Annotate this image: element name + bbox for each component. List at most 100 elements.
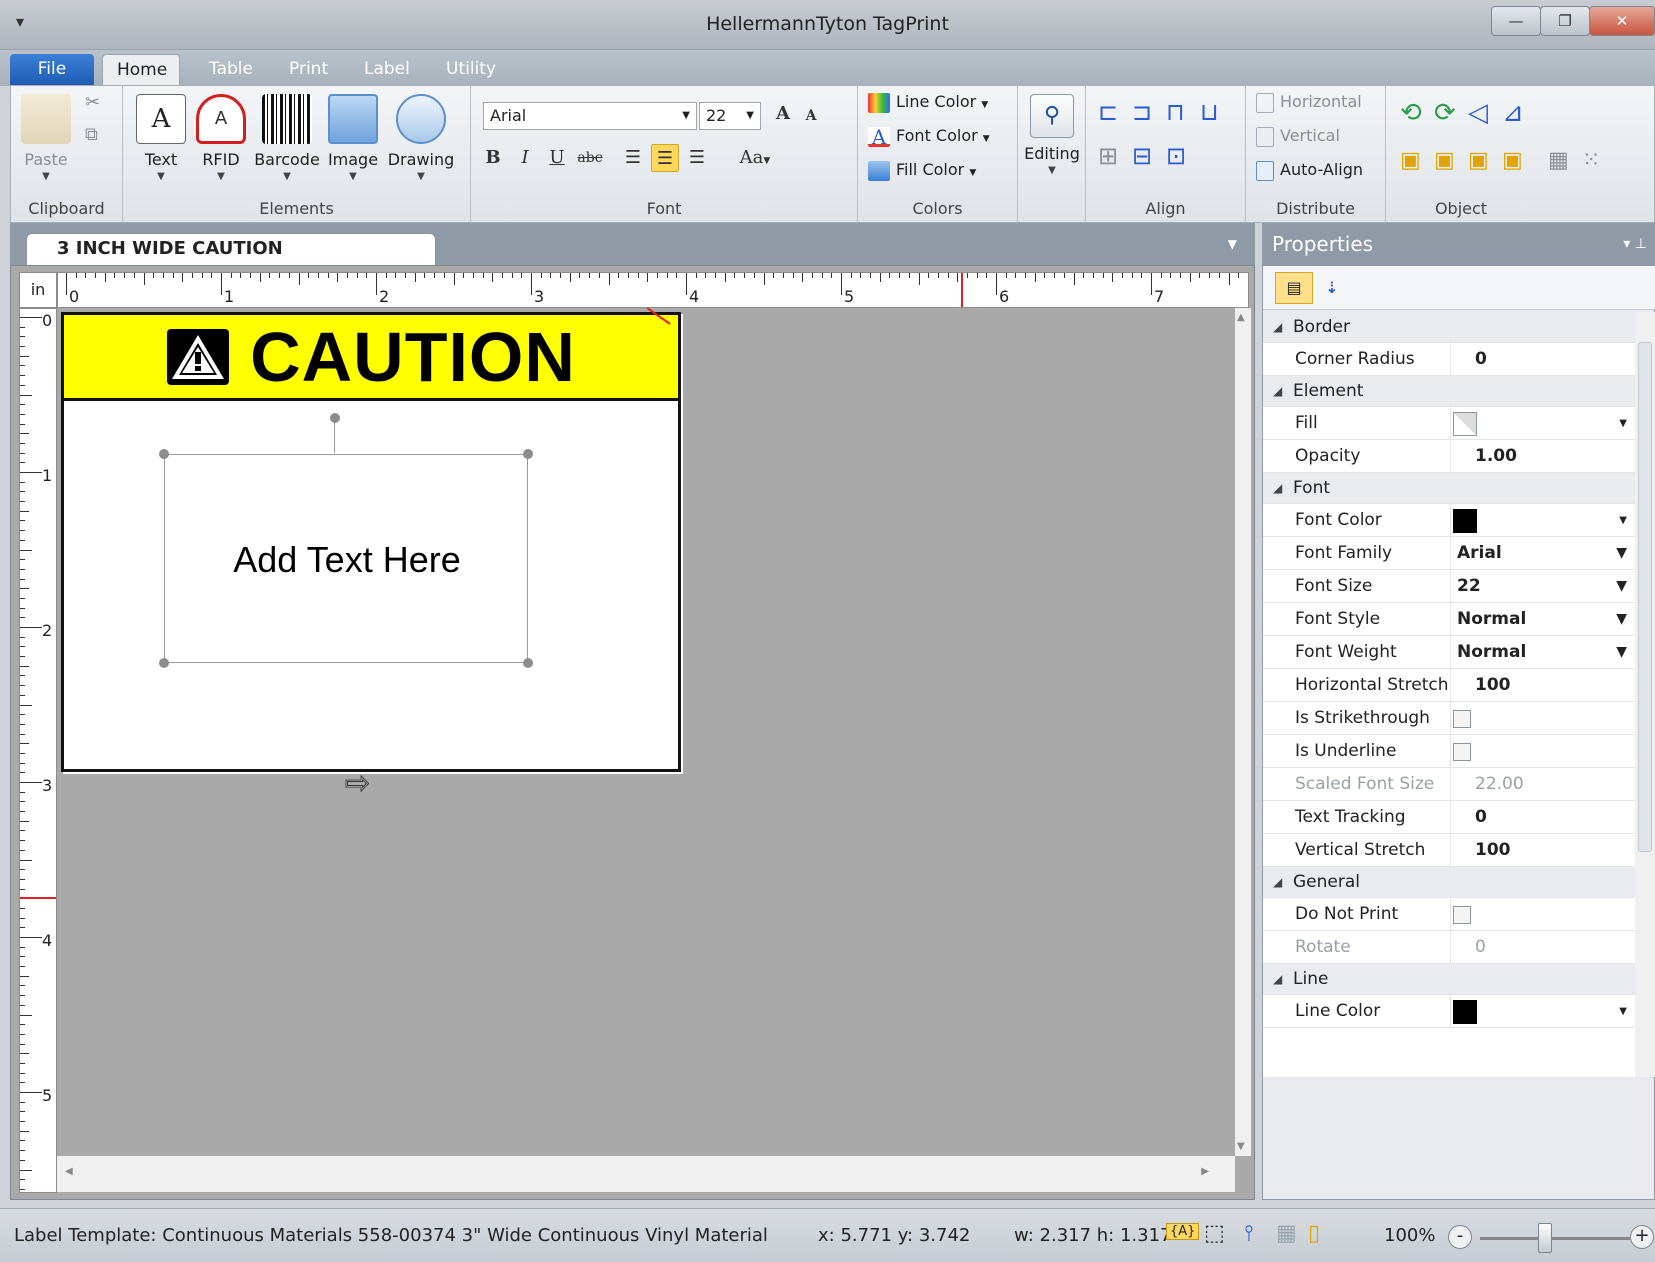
pin-panel-icon[interactable]: ▾ ⊥: [1623, 223, 1647, 265]
property-value[interactable]: 100: [1475, 669, 1511, 702]
ruler-guides-icon[interactable]: ⫯: [1244, 1221, 1254, 1246]
dropdown-arrow-icon[interactable]: ▼: [1616, 636, 1627, 669]
font-size-select[interactable]: 22 ▼: [699, 102, 761, 130]
drawing-button[interactable]: Drawing ▼: [385, 94, 457, 182]
font-color-button[interactable]: A Font Color ▼: [868, 126, 990, 147]
collapse-icon[interactable]: ◢: [1273, 964, 1282, 995]
collapse-icon[interactable]: ◢: [1273, 867, 1282, 898]
text-button[interactable]: A Text ▼: [133, 94, 189, 182]
rfid-button[interactable]: A RFID ▼: [193, 94, 249, 182]
grid-icon[interactable]: ▦: [1276, 1221, 1297, 1246]
image-button[interactable]: Image ▼: [323, 94, 383, 182]
property-row[interactable]: Font Family Arial ▼: [1263, 537, 1635, 570]
property-category[interactable]: ◢ Line: [1263, 964, 1635, 995]
align-right-icon[interactable]: ☰: [683, 144, 711, 172]
scroll-down-icon[interactable]: ▼: [1237, 1141, 1245, 1152]
property-checkbox[interactable]: [1453, 742, 1471, 761]
collapse-icon[interactable]: ◢: [1273, 473, 1282, 504]
bold-button[interactable]: B: [479, 144, 507, 172]
property-value[interactable]: 100: [1475, 834, 1511, 867]
align-center-vertical-icon[interactable]: ⊡: [1166, 142, 1186, 170]
dropdown-arrow-icon[interactable]: ▼: [1616, 537, 1627, 570]
maximize-button[interactable]: ❐: [1540, 6, 1590, 36]
italic-button[interactable]: I: [511, 144, 539, 172]
property-value[interactable]: 0: [1475, 801, 1487, 834]
color-swatch[interactable]: [1453, 508, 1477, 533]
property-row[interactable]: Font Color ▼: [1263, 504, 1635, 537]
strikethrough-button[interactable]: abc: [573, 144, 607, 172]
resize-handle-bottom-right[interactable]: [523, 658, 533, 668]
barcode-button[interactable]: Barcode ▼: [253, 94, 321, 182]
text-box-content[interactable]: Add Text Here: [165, 455, 529, 664]
dropdown-arrow-icon[interactable]: ▼: [1619, 995, 1627, 1028]
flip-horizontal-icon[interactable]: ⊿: [1502, 98, 1524, 128]
collapse-icon[interactable]: ◢: [1273, 376, 1282, 407]
property-value[interactable]: 1.00: [1475, 440, 1517, 473]
distribute-vertical-button[interactable]: Vertical: [1256, 126, 1340, 147]
property-row[interactable]: Line Color ▼: [1263, 995, 1635, 1028]
align-left-icon[interactable]: ☰: [619, 144, 647, 172]
minimize-button[interactable]: —: [1491, 6, 1541, 36]
scroll-up-icon[interactable]: ▲: [1237, 312, 1245, 323]
property-row[interactable]: Opacity 1.00: [1263, 440, 1635, 473]
property-value[interactable]: 0: [1475, 343, 1487, 376]
send-to-back-icon[interactable]: ▣: [1434, 148, 1455, 173]
font-family-select[interactable]: Arial ▼: [483, 102, 697, 130]
label-canvas[interactable]: CAUTION Add Text Here ⇨: [57, 308, 1235, 1156]
align-middle-icon[interactable]: ⊟: [1132, 142, 1152, 170]
property-row[interactable]: Scaled Font Size 22.00: [1263, 768, 1635, 801]
property-row[interactable]: Corner Radius 0: [1263, 343, 1635, 376]
label-template[interactable]: CAUTION Add Text Here: [61, 308, 681, 772]
auto-align-button[interactable]: Auto-Align: [1256, 160, 1363, 181]
editing-button[interactable]: ⚲ Editing ▼: [1024, 94, 1080, 176]
property-category[interactable]: ◢ Border: [1263, 312, 1635, 343]
property-value-select[interactable]: 22: [1457, 570, 1481, 603]
text-variable-icon[interactable]: {A}: [1166, 1223, 1200, 1240]
zoom-out-button[interactable]: -: [1448, 1225, 1472, 1249]
flip-vertical-icon[interactable]: ◁: [1468, 98, 1488, 128]
property-row[interactable]: Font Weight Normal ▼: [1263, 636, 1635, 669]
line-color-button[interactable]: Line Color ▼: [868, 92, 988, 113]
property-category[interactable]: ◢ Element: [1263, 376, 1635, 407]
rotation-handle[interactable]: [330, 413, 340, 423]
align-center-icon[interactable]: ☰: [651, 144, 679, 172]
property-row[interactable]: Font Size 22 ▼: [1263, 570, 1635, 603]
resize-handle-bottom-left[interactable]: [159, 658, 169, 668]
fill-swatch[interactable]: [1453, 411, 1477, 436]
ungroup-icon[interactable]: ⁙: [1582, 148, 1600, 173]
tab-file[interactable]: File: [10, 54, 94, 86]
tab-utility[interactable]: Utility: [432, 54, 510, 86]
snap-to-grid-icon[interactable]: ⬚: [1204, 1221, 1225, 1246]
property-row[interactable]: Font Style Normal ▼: [1263, 603, 1635, 636]
property-row[interactable]: Is Strikethrough: [1263, 702, 1635, 735]
selected-text-box[interactable]: Add Text Here: [164, 454, 528, 663]
rotate-left-icon[interactable]: ⟲: [1400, 98, 1422, 128]
property-category[interactable]: ◢ General: [1263, 867, 1635, 898]
underline-button[interactable]: U: [543, 144, 571, 172]
color-swatch[interactable]: [1453, 999, 1477, 1024]
bring-forward-icon[interactable]: ▣: [1468, 148, 1489, 173]
property-value-select[interactable]: Arial: [1457, 537, 1502, 570]
zoom-slider-track[interactable]: [1480, 1237, 1630, 1240]
dropdown-arrow-icon[interactable]: ▼: [1616, 603, 1627, 636]
dropdown-arrow-icon[interactable]: ▼: [1619, 407, 1627, 440]
distribute-horizontal-button[interactable]: Horizontal: [1256, 92, 1362, 113]
scroll-right-icon[interactable]: ▶: [1201, 1166, 1209, 1177]
property-row[interactable]: Rotate 0: [1263, 931, 1635, 964]
property-checkbox[interactable]: [1453, 905, 1471, 924]
vertical-scrollbar[interactable]: ▲ ▼: [1235, 308, 1251, 1156]
property-value-select[interactable]: Normal: [1457, 603, 1526, 636]
resize-handle-top-right[interactable]: [523, 449, 533, 459]
align-bottom-edges-icon[interactable]: ⊔: [1200, 98, 1219, 126]
property-category[interactable]: ◢ Font: [1263, 473, 1635, 504]
properties-scrollbar[interactable]: [1635, 312, 1655, 1077]
grow-font-icon[interactable]: A: [769, 100, 797, 128]
paste-button[interactable]: Paste ▼: [19, 94, 73, 182]
fill-color-button[interactable]: Fill Color ▼: [868, 160, 976, 181]
close-button[interactable]: ✕: [1589, 6, 1655, 36]
align-right-edges-icon[interactable]: ⊐: [1132, 98, 1152, 126]
dropdown-arrow-icon[interactable]: ▼: [1619, 504, 1627, 537]
zoom-in-button[interactable]: +: [1630, 1225, 1654, 1249]
tab-print[interactable]: Print: [275, 54, 342, 86]
property-row[interactable]: Text Tracking 0: [1263, 801, 1635, 834]
